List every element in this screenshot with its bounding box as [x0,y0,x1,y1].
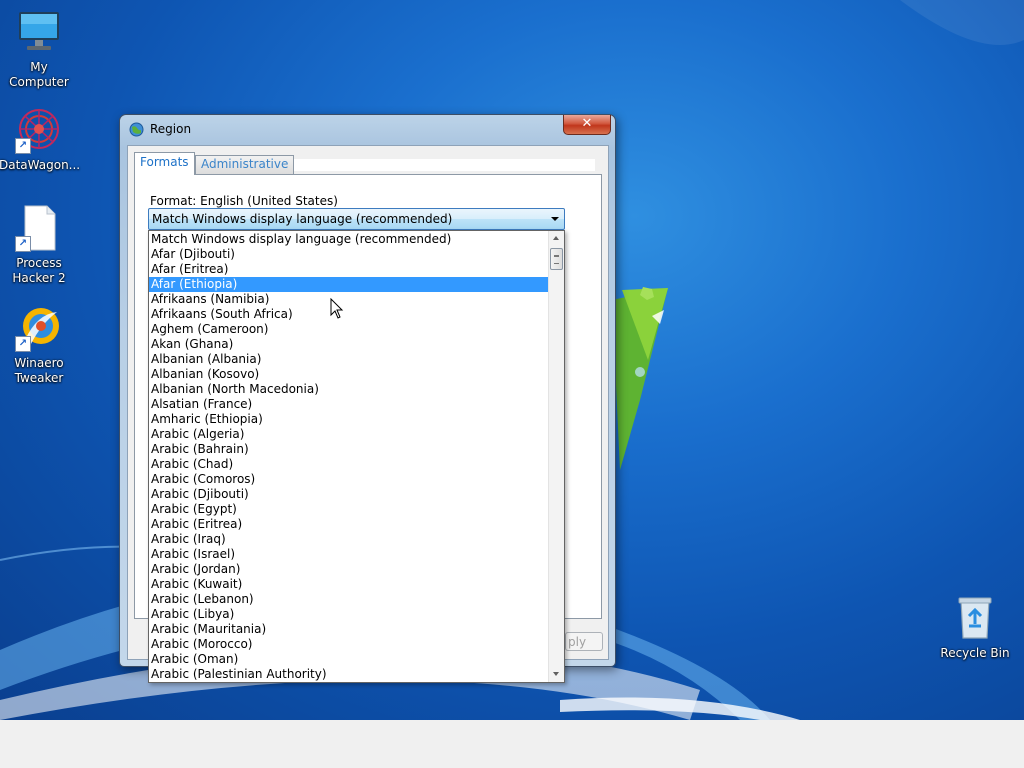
chevron-down-icon[interactable] [551,217,559,221]
dropdown-option[interactable]: Afar (Eritrea) [149,262,548,277]
dialog-title: Region [150,122,192,136]
dropdown-option[interactable]: Arabic (Comoros) [149,472,548,487]
close-button[interactable]: ✕ [563,115,611,135]
dropdown-option[interactable]: Arabic (Eritrea) [149,517,548,532]
document-icon: ↗ [15,204,63,252]
dropdown-option[interactable]: Afar (Ethiopia) [149,277,548,292]
shortcut-arrow-icon: ↗ [15,138,31,154]
computer-icon [15,8,63,56]
dropdown-option[interactable]: Arabic (Jordan) [149,562,548,577]
dropdown-option[interactable]: Arabic (Morocco) [149,637,548,652]
tab-formats[interactable]: Formats [134,152,195,175]
format-select-value: Match Windows display language (recommen… [152,212,453,226]
dropdown-scrollbar[interactable] [548,231,564,682]
dropdown-option[interactable]: Arabic (Israel) [149,547,548,562]
dropdown-option[interactable]: Amharic (Ethiopia) [149,412,548,427]
winaero-tweaker-shortcut[interactable]: ↗ Winaero Tweaker [0,304,79,386]
title-bar[interactable]: Region ✕ [120,115,615,143]
my-computer-shortcut[interactable]: My Computer [0,8,79,90]
shortcut-arrow-icon: ↗ [15,336,31,352]
recycle-bin-label: Recycle Bin [940,646,1010,660]
format-select[interactable]: Match Windows display language (recommen… [148,208,565,230]
dropdown-option[interactable]: Arabic (Mauritania) [149,622,548,637]
close-icon: ✕ [581,116,593,131]
dropdown-option[interactable]: Arabic (Djibouti) [149,487,548,502]
dropdown-option[interactable]: Afrikaans (South Africa) [149,307,548,322]
recycle-bin-icon [951,594,999,642]
format-dropdown-list[interactable]: Match Windows display language (recommen… [148,230,565,683]
apply-button[interactable]: ply [565,632,603,651]
bottom-strip [0,720,1024,768]
dropdown-option[interactable]: Aghem (Cameroon) [149,322,548,337]
format-label: Format: English (United States) [150,194,338,208]
dropdown-option[interactable]: Arabic (Egypt) [149,502,548,517]
dropdown-option[interactable]: Albanian (Kosovo) [149,367,548,382]
dropdown-option[interactable]: Albanian (Albania) [149,352,548,367]
shortcut-arrow-icon: ↗ [15,236,31,252]
dropdown-option[interactable]: Arabic (Iraq) [149,532,548,547]
dropdown-option[interactable]: Alsatian (France) [149,397,548,412]
dropdown-option[interactable]: Arabic (Chad) [149,457,548,472]
tab-administrative[interactable]: Administrative [195,155,295,174]
dropdown-option[interactable]: Arabic (Palestinian Authority) [149,667,548,682]
dropdown-option[interactable]: Afrikaans (Namibia) [149,292,548,307]
recycle-bin-shortcut[interactable]: Recycle Bin [935,594,1015,661]
scroll-thumb[interactable] [550,248,563,270]
dropdown-option[interactable]: Arabic (Libya) [149,607,548,622]
dropdown-option[interactable]: Arabic (Algeria) [149,427,548,442]
dropdown-option[interactable]: Akan (Ghana) [149,337,548,352]
my-computer-label: My Computer [9,60,69,89]
datawagon-shortcut[interactable]: ↗ DataWagon... [0,106,81,173]
winaero-tweaker-icon: ↗ [15,304,63,352]
scroll-down-arrow-icon[interactable] [549,667,564,682]
datawagon-label: DataWagon... [0,158,81,172]
dropdown-option[interactable]: Arabic (Bahrain) [149,442,548,457]
dropdown-option[interactable]: Arabic (Kuwait) [149,577,548,592]
scroll-up-arrow-icon[interactable] [549,231,564,246]
process-hacker-shortcut[interactable]: ↗ Process Hacker 2 [0,204,79,286]
dropdown-option[interactable]: Match Windows display language (recommen… [149,232,548,247]
winaero-tweaker-label: Winaero Tweaker [14,356,64,385]
dropdown-option[interactable]: Albanian (North Macedonia) [149,382,548,397]
tab-strip [288,159,595,171]
desktop: My Computer ↗ DataWagon... ↗ Process Hac… [0,0,1024,720]
datawagon-icon: ↗ [15,106,63,154]
dropdown-option[interactable]: Afar (Djibouti) [149,247,548,262]
process-hacker-label: Process Hacker 2 [12,256,66,285]
mouse-pointer-icon [330,298,344,319]
dropdown-items: Match Windows display language (recommen… [149,232,548,682]
globe-icon [129,122,144,137]
dropdown-option[interactable]: Arabic (Lebanon) [149,592,548,607]
dropdown-option[interactable]: Arabic (Oman) [149,652,548,667]
